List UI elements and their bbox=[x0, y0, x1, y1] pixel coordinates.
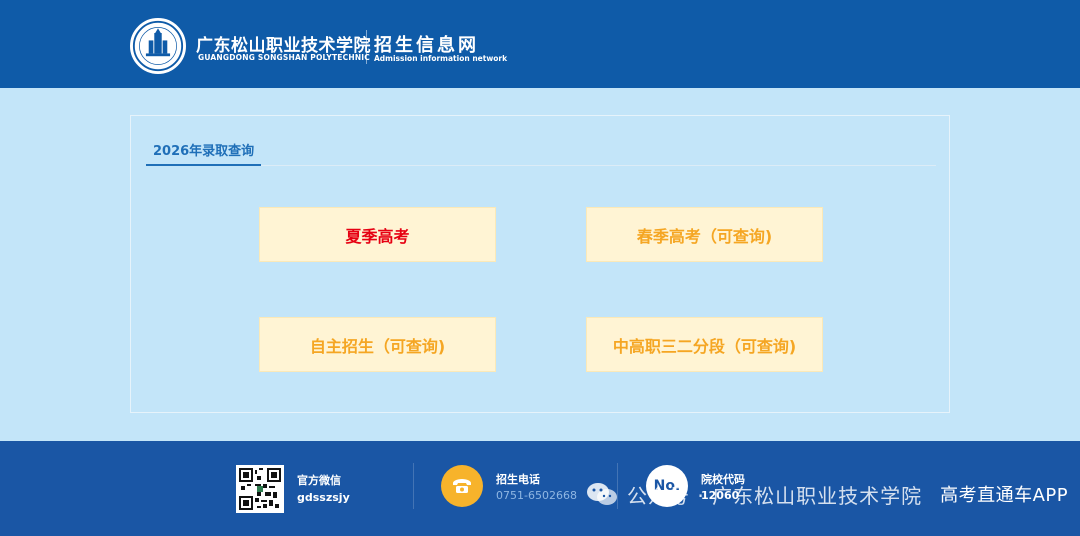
college-seal-icon[interactable] bbox=[130, 18, 186, 74]
wechat-qr-code bbox=[236, 465, 284, 513]
footer-divider bbox=[413, 463, 414, 509]
site-title-en: Admission information network bbox=[374, 54, 508, 63]
phone-title: 招生电话 bbox=[496, 473, 540, 486]
site-header: 广东松山职业技术学院 GUANGDONG SONGSHAN POLYTECHNI… bbox=[0, 0, 1080, 88]
tab-rule bbox=[261, 165, 936, 166]
watermark: 公众号 · 广东松山职业技术学院 高考直通车APP bbox=[585, 475, 1068, 513]
secondary-higher-vocational-button[interactable]: 中高职三二分段（可查询) bbox=[586, 317, 823, 372]
tab-active-underline bbox=[146, 164, 261, 166]
wechat-title: 官方微信 bbox=[297, 474, 341, 487]
independent-enrollment-button[interactable]: 自主招生（可查询) bbox=[259, 317, 496, 372]
watermark-text: 公众号 · 广东松山职业技术学院 bbox=[627, 483, 923, 508]
phone-number[interactable]: 0751-6502668 bbox=[496, 489, 577, 502]
logo-divider bbox=[366, 30, 367, 64]
phone-icon bbox=[441, 465, 483, 507]
tab-admission-query[interactable]: 2026年录取查询 bbox=[153, 140, 254, 159]
spring-gaokao-button[interactable]: 春季高考（可查询) bbox=[586, 207, 823, 262]
wechat-icon bbox=[587, 483, 617, 505]
wechat-id: gdsszsjy bbox=[297, 491, 350, 504]
summer-gaokao-button[interactable]: 夏季高考 bbox=[259, 207, 496, 262]
admission-query-panel: 2026年录取查询 夏季高考 春季高考（可查询) 自主招生（可查询) 中高职三二… bbox=[130, 115, 950, 413]
school-name-en: GUANGDONG SONGSHAN POLYTECHNIC bbox=[198, 53, 370, 62]
watermark-text-secondary: 高考直通车APP bbox=[940, 485, 1069, 506]
